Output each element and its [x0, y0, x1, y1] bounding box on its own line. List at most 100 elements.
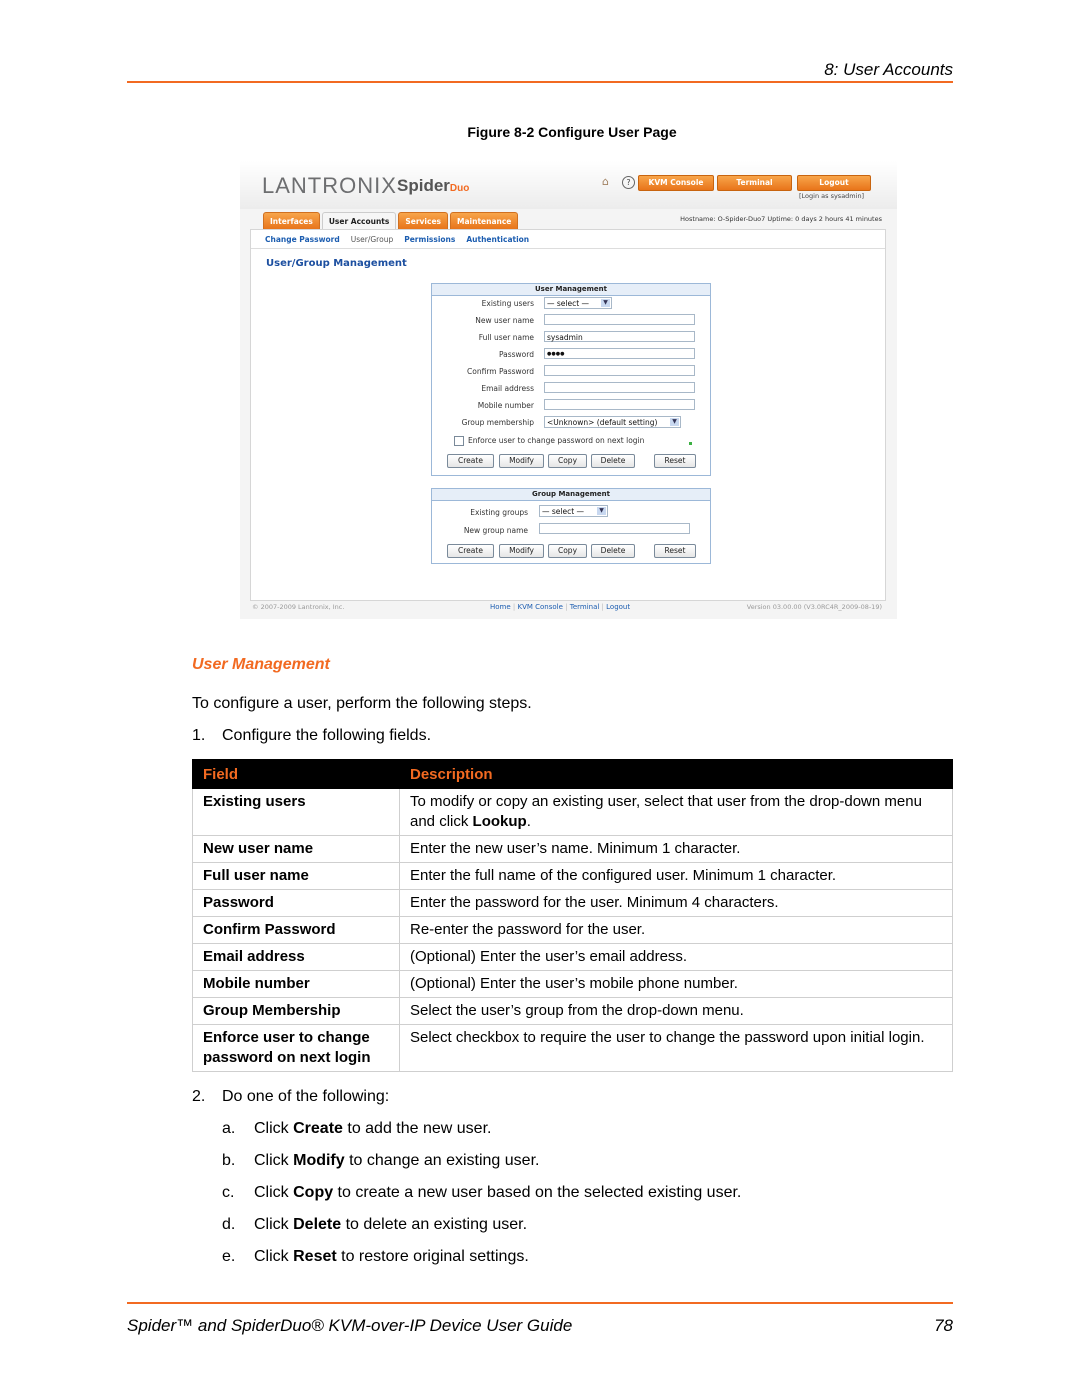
configure-user-screenshot: LANTRONIX SpiderDuo ⌂ ? KVM Console Term…	[240, 161, 897, 619]
table-row: Existing users To modify or copy an exist…	[192, 788, 953, 836]
footer-link-terminal[interactable]: Terminal	[570, 603, 600, 611]
full-name-input[interactable]: sysadmin	[544, 331, 695, 342]
new-group-input[interactable]	[539, 523, 690, 534]
description-text: Select checkbox to require the user to c…	[410, 1029, 925, 1046]
kvm-console-button[interactable]: KVM Console	[638, 175, 714, 191]
existing-users-select[interactable]: — select — ▼	[544, 297, 612, 309]
password-input[interactable]: ●●●●	[544, 348, 695, 359]
email-input[interactable]	[544, 382, 695, 393]
group-membership-label: Group membership	[461, 418, 534, 427]
section-heading: User Management	[192, 656, 330, 673]
content-area: Change Password User/Group Permissions A…	[250, 229, 886, 601]
substep-text: Click Modify to change an existing user.	[254, 1152, 539, 1170]
substep-post: to delete an existing user.	[341, 1216, 528, 1233]
help-icon[interactable]: ?	[622, 176, 635, 189]
footer-link-logout[interactable]: Logout	[606, 603, 630, 611]
tab-maintenance[interactable]: Maintenance	[450, 212, 519, 229]
substep-action: Create	[293, 1120, 343, 1137]
tab-services[interactable]: Services	[398, 212, 449, 229]
app-version: Version 03.00.00 (V3.0RC4R_2009-08-19)	[746, 603, 882, 611]
table-row: Confirm Password Re-enter the password fo…	[192, 916, 953, 944]
group-copy-button[interactable]: Copy	[548, 544, 587, 558]
enforce-password-checkbox[interactable]	[454, 436, 464, 446]
subnav-user-group[interactable]: User/Group	[351, 235, 393, 244]
user-panel-title: User Management	[432, 284, 710, 296]
logout-button[interactable]: Logout	[797, 175, 871, 191]
subnav-authentication[interactable]: Authentication	[466, 235, 529, 244]
field-name-cell: New user name	[192, 835, 400, 863]
logo-text: LANTRONIX	[262, 173, 397, 198]
substep-text: Click Copy to create a new user based on…	[254, 1184, 741, 1202]
field-name-cell: Confirm Password	[192, 916, 400, 944]
group-reset-button[interactable]: Reset	[654, 544, 696, 558]
description-text: Enter the new user’s name. Minimum 1 cha…	[410, 840, 741, 857]
user-copy-button[interactable]: Copy	[548, 454, 587, 468]
page-heading: User/Group Management	[266, 258, 407, 269]
user-create-button[interactable]: Create	[447, 454, 494, 468]
field-description-table: Field Description Existing users To modif…	[192, 759, 953, 1072]
existing-users-label: Existing users	[481, 299, 534, 308]
table-header-row: Field Description	[192, 759, 953, 789]
group-create-button[interactable]: Create	[447, 544, 494, 558]
header-description: Description	[399, 759, 953, 789]
footer-link-kvm-console[interactable]: KVM Console	[517, 603, 562, 611]
substep-pre: Click	[254, 1152, 294, 1169]
confirm-password-input[interactable]	[544, 365, 695, 376]
app-copyright: © 2007-2009 Lantronix, Inc.	[252, 603, 345, 611]
substep-pre: Click	[254, 1248, 294, 1265]
mobile-input[interactable]	[544, 399, 695, 410]
user-delete-button[interactable]: Delete	[591, 454, 635, 468]
table-row: Mobile number (Optional) Enter the user’s…	[192, 970, 953, 998]
footer-link-home[interactable]: Home	[490, 603, 511, 611]
group-modify-button[interactable]: Modify	[499, 544, 544, 558]
subnav-divider	[251, 248, 885, 249]
substep-letter: b.	[222, 1152, 236, 1169]
substep-pre: Click	[254, 1216, 294, 1233]
tab-interfaces[interactable]: Interfaces	[263, 212, 320, 229]
group-delete-button[interactable]: Delete	[591, 544, 635, 558]
user-modify-button[interactable]: Modify	[499, 454, 544, 468]
field-name-cell: Password	[192, 889, 400, 917]
substep-action: Copy	[293, 1184, 334, 1201]
chevron-down-icon: ▼	[601, 299, 610, 307]
spider-duo-logo: SpiderDuo	[397, 176, 469, 196]
user-reset-button[interactable]: Reset	[654, 454, 696, 468]
page-number: 78	[934, 1316, 953, 1335]
app-topbar: LANTRONIX SpiderDuo ⌂ ? KVM Console Term…	[240, 161, 897, 209]
step-2-number: 2.	[192, 1088, 206, 1105]
new-user-input[interactable]	[544, 314, 695, 325]
field-description-cell: Select checkbox to require the user to c…	[399, 1024, 953, 1072]
document-title: Spider™ and SpiderDuo® KVM-over-IP Devic…	[127, 1316, 573, 1335]
terminal-button[interactable]: Terminal	[717, 175, 792, 191]
table-row: Full user name Enter the full name of the…	[192, 862, 953, 890]
substep-text: Click Delete to delete an existing user.	[254, 1216, 527, 1234]
header-field: Field	[192, 759, 400, 789]
substep-pre: Click	[254, 1184, 294, 1201]
figure-caption: Figure 8-2 Configure User Page	[467, 124, 677, 140]
step-1-number: 1.	[192, 727, 206, 744]
new-group-label: New group name	[463, 526, 528, 535]
description-text: (Optional) Enter the user’s mobile phone…	[410, 975, 738, 992]
existing-groups-select[interactable]: — select — ▼	[539, 505, 608, 517]
table-row: Password Enter the password for the user.…	[192, 889, 953, 917]
substep-pre: Click	[254, 1120, 294, 1137]
subnav-change-password[interactable]: Change Password	[265, 235, 340, 244]
substep-text: Click Reset to restore original settings…	[254, 1248, 529, 1266]
field-name-cell: Full user name	[192, 862, 400, 890]
description-text: Select the user’s group from the drop-do…	[410, 1002, 744, 1019]
subnav-permissions[interactable]: Permissions	[404, 235, 455, 244]
step-2-text: Do one of the following:	[222, 1088, 390, 1105]
table-row: Email address (Optional) Enter the user’s…	[192, 943, 953, 971]
description-text-end: .	[526, 813, 531, 830]
group-membership-select[interactable]: <Unknown> (default setting) ▼	[544, 416, 681, 428]
enforce-password-label: Enforce user to change password on next …	[468, 436, 645, 445]
field-name-cell: Group Membership	[192, 997, 400, 1025]
description-text: Enter the full name of the configured us…	[410, 867, 837, 884]
existing-users-value: — select —	[547, 299, 590, 308]
home-icon[interactable]: ⌂	[602, 176, 614, 188]
field-description-cell: To modify or copy an existing user, sele…	[399, 788, 953, 836]
step-1-text: Configure the following fields.	[222, 727, 432, 744]
field-description-cell: Select the user’s group from the drop-do…	[399, 997, 953, 1025]
tab-user-accounts[interactable]: User Accounts	[321, 212, 397, 229]
logo-product: Spider	[397, 176, 450, 195]
